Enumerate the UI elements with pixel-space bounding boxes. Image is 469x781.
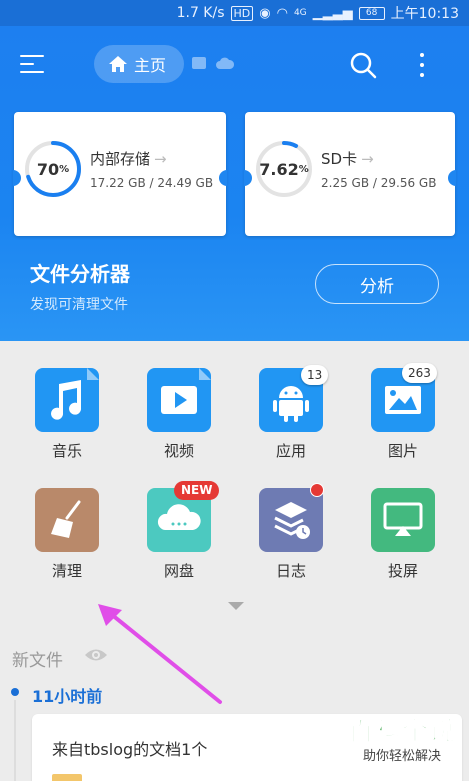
home-tab-label: 主页 (134, 56, 167, 75)
menu-icon[interactable] (20, 52, 48, 76)
broom-icon (35, 488, 99, 552)
watermark-main: 百科全说 (347, 717, 456, 748)
wifi-icon: ◠ (276, 5, 288, 21)
watermark-sub: 助你轻松解决 (362, 749, 441, 764)
timeline-line (14, 700, 16, 781)
category-cloud-drive[interactable]: NEW 网盘 (134, 461, 224, 581)
new-badge: NEW (174, 481, 220, 500)
signal-icon: ▁▂▃▅ (312, 5, 353, 21)
battery-icon: 68 (358, 6, 385, 20)
header-panel: 主页 70% 内部存储 → 17.22 GB / 24.49 GB 7.62% S… (0, 26, 469, 341)
apps-count-badge: 13 (301, 365, 329, 385)
category-grid: 音乐 视频 13 应用 263 图片 清理 NEW 网盘 日志 投屏 (0, 341, 469, 621)
status-bar: 1.7 K/s HD ◉ ◠ 4G ▁▂▃▅ 68 上午10:13 (0, 0, 469, 26)
sd-card-title: SD卡 → (321, 149, 374, 169)
cloud-icon[interactable] (215, 56, 235, 70)
internal-storage-card[interactable]: 70% 内部存储 → 17.22 GB / 24.49 GB (13, 112, 227, 236)
timeline-dot (11, 688, 19, 696)
document-icon (52, 774, 82, 781)
category-music[interactable]: 音乐 (22, 341, 112, 461)
watermark-logo: 百科全说 助你轻松解决 (340, 716, 464, 766)
category-video[interactable]: 视频 (134, 341, 224, 461)
file-analyzer-subtitle: 发现可清理文件 (30, 297, 128, 313)
notification-dot (310, 483, 324, 497)
analyze-button[interactable]: 分析 (315, 264, 439, 304)
cast-screen-icon (371, 488, 435, 552)
clock: 上午10:13 (390, 6, 459, 22)
internal-usage-percent: 70% (36, 159, 70, 179)
expand-arrow-icon[interactable] (228, 602, 244, 610)
hd-icon: HD (230, 5, 254, 21)
internal-storage-usage: 17.22 GB / 24.49 GB (90, 176, 214, 190)
images-count-badge: 263 (402, 363, 437, 383)
more-options-icon[interactable] (416, 50, 428, 80)
arrow-right-icon: → (361, 149, 374, 168)
recent-file-title: 来自tbslog的文档1个 (52, 740, 208, 759)
time-group-label: 11小时前 (32, 687, 103, 706)
category-apps[interactable]: 13 应用 (246, 341, 336, 461)
toolbar: 主页 (0, 26, 469, 102)
arrow-right-icon: → (154, 149, 167, 168)
internal-storage-title: 内部存储 → (90, 149, 167, 169)
category-clean[interactable]: 清理 (22, 461, 112, 581)
sd-card-usage: 2.25 GB / 29.56 GB (321, 176, 437, 190)
search-icon[interactable] (348, 50, 378, 80)
sd-usage-percent: 7.62% (259, 159, 309, 179)
category-log[interactable]: 日志 (246, 461, 336, 581)
music-icon (35, 368, 99, 432)
file-analyzer-title: 文件分析器 (30, 262, 130, 286)
recent-files-title: 新文件 (12, 651, 63, 671)
home-tab[interactable]: 主页 (94, 45, 184, 83)
video-icon (147, 368, 211, 432)
category-images[interactable]: 263 图片 (358, 341, 448, 461)
home-icon (109, 56, 127, 72)
log-icon (259, 488, 323, 552)
category-cast[interactable]: 投屏 (358, 461, 448, 581)
network-speed: 1.7 K/s (176, 5, 225, 21)
bookmark-icon[interactable] (192, 57, 206, 69)
sd-card-storage-card[interactable]: 7.62% SD卡 → 2.25 GB / 29.56 GB (244, 112, 456, 236)
network-type: 4G (293, 8, 307, 18)
eye-comfort-icon: ◉ (259, 5, 271, 21)
eye-icon[interactable] (84, 646, 108, 664)
